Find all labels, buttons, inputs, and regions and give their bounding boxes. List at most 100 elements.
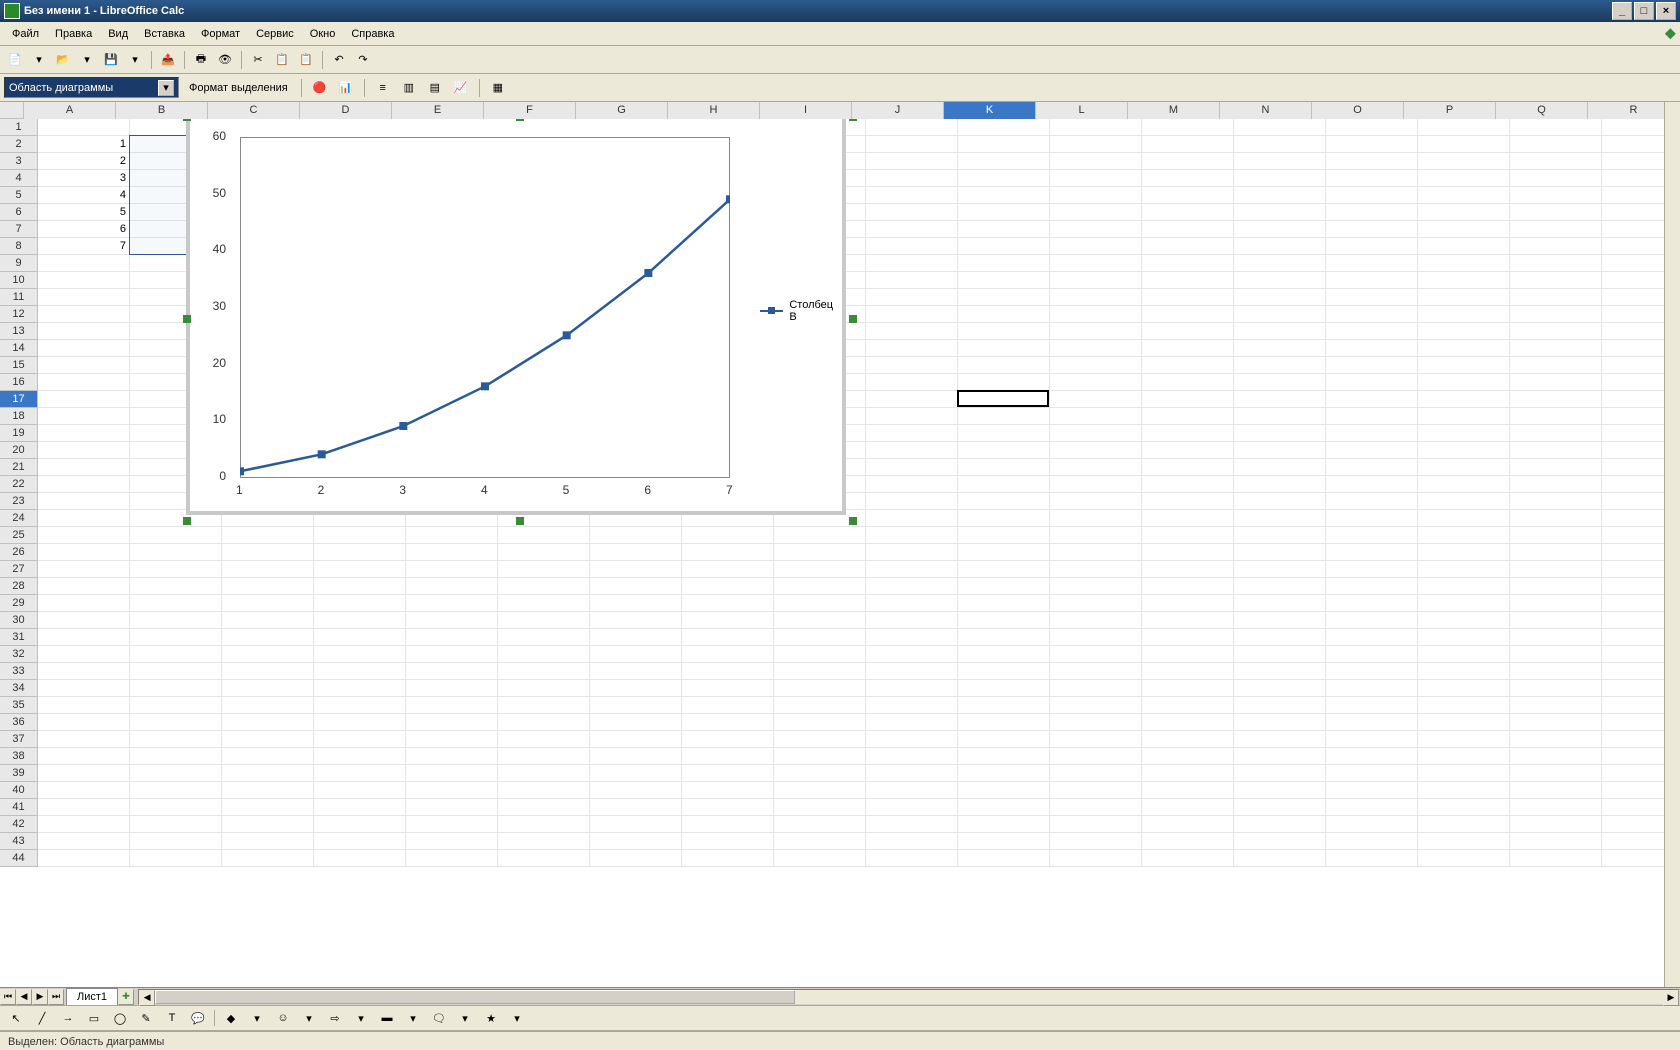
cell-G32[interactable] — [590, 646, 682, 663]
export-icon[interactable]: 📤 — [157, 49, 179, 71]
cell-L20[interactable] — [1050, 442, 1142, 459]
cell-C34[interactable] — [222, 680, 314, 697]
cell-L16[interactable] — [1050, 374, 1142, 391]
cell-P40[interactable] — [1418, 782, 1510, 799]
cell-O23[interactable] — [1326, 493, 1418, 510]
cell-O5[interactable] — [1326, 187, 1418, 204]
cell-C26[interactable] — [222, 544, 314, 561]
cell-M9[interactable] — [1142, 255, 1234, 272]
cell-L3[interactable] — [1050, 153, 1142, 170]
cell-A4[interactable]: 3 — [38, 170, 130, 187]
col-header-K[interactable]: K — [944, 102, 1036, 119]
cell-J31[interactable] — [866, 629, 958, 646]
cell-H29[interactable] — [682, 595, 774, 612]
cell-J18[interactable] — [866, 408, 958, 425]
arrow-icon[interactable]: → — [58, 1008, 78, 1028]
cell-N29[interactable] — [1234, 595, 1326, 612]
cell-E38[interactable] — [406, 748, 498, 765]
cell-P29[interactable] — [1418, 595, 1510, 612]
menu-file[interactable]: Файл — [4, 25, 47, 43]
cell-Q41[interactable] — [1510, 799, 1602, 816]
cell-A35[interactable] — [38, 697, 130, 714]
cell-C33[interactable] — [222, 663, 314, 680]
cell-L13[interactable] — [1050, 323, 1142, 340]
row-header-35[interactable]: 35 — [0, 697, 38, 714]
cell-O28[interactable] — [1326, 578, 1418, 595]
cell-P17[interactable] — [1418, 391, 1510, 408]
cell-H25[interactable] — [682, 527, 774, 544]
cell-K5[interactable] — [958, 187, 1050, 204]
cell-K10[interactable] — [958, 272, 1050, 289]
row-header-8[interactable]: 8 — [0, 238, 38, 255]
cell-J5[interactable] — [866, 187, 958, 204]
row-header-43[interactable]: 43 — [0, 833, 38, 850]
scroll-right-icon[interactable]: ▶ — [1663, 990, 1679, 1006]
cell-I39[interactable] — [774, 765, 866, 782]
grid-h-icon[interactable]: ≡ — [372, 77, 394, 99]
cell-N30[interactable] — [1234, 612, 1326, 629]
cell-E27[interactable] — [406, 561, 498, 578]
cell-C44[interactable] — [222, 850, 314, 867]
cell-A29[interactable] — [38, 595, 130, 612]
cell-M38[interactable] — [1142, 748, 1234, 765]
cell-J2[interactable] — [866, 136, 958, 153]
cell-K21[interactable] — [958, 459, 1050, 476]
cell-J16[interactable] — [866, 374, 958, 391]
row-header-27[interactable]: 27 — [0, 561, 38, 578]
legend-icon[interactable]: ▤ — [424, 77, 446, 99]
cell-N44[interactable] — [1234, 850, 1326, 867]
cell-D35[interactable] — [314, 697, 406, 714]
cell-A41[interactable] — [38, 799, 130, 816]
cell-O17[interactable] — [1326, 391, 1418, 408]
cell-N26[interactable] — [1234, 544, 1326, 561]
row-header-32[interactable]: 32 — [0, 646, 38, 663]
cell-O40[interactable] — [1326, 782, 1418, 799]
cell-O18[interactable] — [1326, 408, 1418, 425]
cell-B43[interactable] — [130, 833, 222, 850]
cell-N10[interactable] — [1234, 272, 1326, 289]
cell-G41[interactable] — [590, 799, 682, 816]
cell-K7[interactable] — [958, 221, 1050, 238]
menu-tools[interactable]: Сервис — [248, 25, 302, 43]
cell-E40[interactable] — [406, 782, 498, 799]
row-header-24[interactable]: 24 — [0, 510, 38, 527]
cell-N28[interactable] — [1234, 578, 1326, 595]
cell-L23[interactable] — [1050, 493, 1142, 510]
cell-M39[interactable] — [1142, 765, 1234, 782]
cell-B33[interactable] — [130, 663, 222, 680]
cell-A36[interactable] — [38, 714, 130, 731]
cell-H30[interactable] — [682, 612, 774, 629]
format-selection-button[interactable]: Формат выделения — [183, 82, 294, 94]
cell-J24[interactable] — [866, 510, 958, 527]
cell-E41[interactable] — [406, 799, 498, 816]
cell-P16[interactable] — [1418, 374, 1510, 391]
cell-K11[interactable] — [958, 289, 1050, 306]
copy-icon[interactable]: 📋 — [271, 49, 293, 71]
cell-J9[interactable] — [866, 255, 958, 272]
cell-J32[interactable] — [866, 646, 958, 663]
cell-I35[interactable] — [774, 697, 866, 714]
cell-Q21[interactable] — [1510, 459, 1602, 476]
cell-M16[interactable] — [1142, 374, 1234, 391]
cell-O32[interactable] — [1326, 646, 1418, 663]
cell-N9[interactable] — [1234, 255, 1326, 272]
cell-I26[interactable] — [774, 544, 866, 561]
cell-L31[interactable] — [1050, 629, 1142, 646]
cell-L10[interactable] — [1050, 272, 1142, 289]
cell-N13[interactable] — [1234, 323, 1326, 340]
cell-M26[interactable] — [1142, 544, 1234, 561]
cell-D39[interactable] — [314, 765, 406, 782]
row-header-7[interactable]: 7 — [0, 221, 38, 238]
cell-N43[interactable] — [1234, 833, 1326, 850]
undo-icon[interactable]: ↶ — [328, 49, 350, 71]
cell-O14[interactable] — [1326, 340, 1418, 357]
cell-B34[interactable] — [130, 680, 222, 697]
cell-M3[interactable] — [1142, 153, 1234, 170]
redo-icon[interactable]: ↷ — [352, 49, 374, 71]
cell-L36[interactable] — [1050, 714, 1142, 731]
cell-J4[interactable] — [866, 170, 958, 187]
col-header-M[interactable]: M — [1128, 102, 1220, 119]
row-header-23[interactable]: 23 — [0, 493, 38, 510]
cell-H26[interactable] — [682, 544, 774, 561]
paste-icon[interactable]: 📋 — [295, 49, 317, 71]
